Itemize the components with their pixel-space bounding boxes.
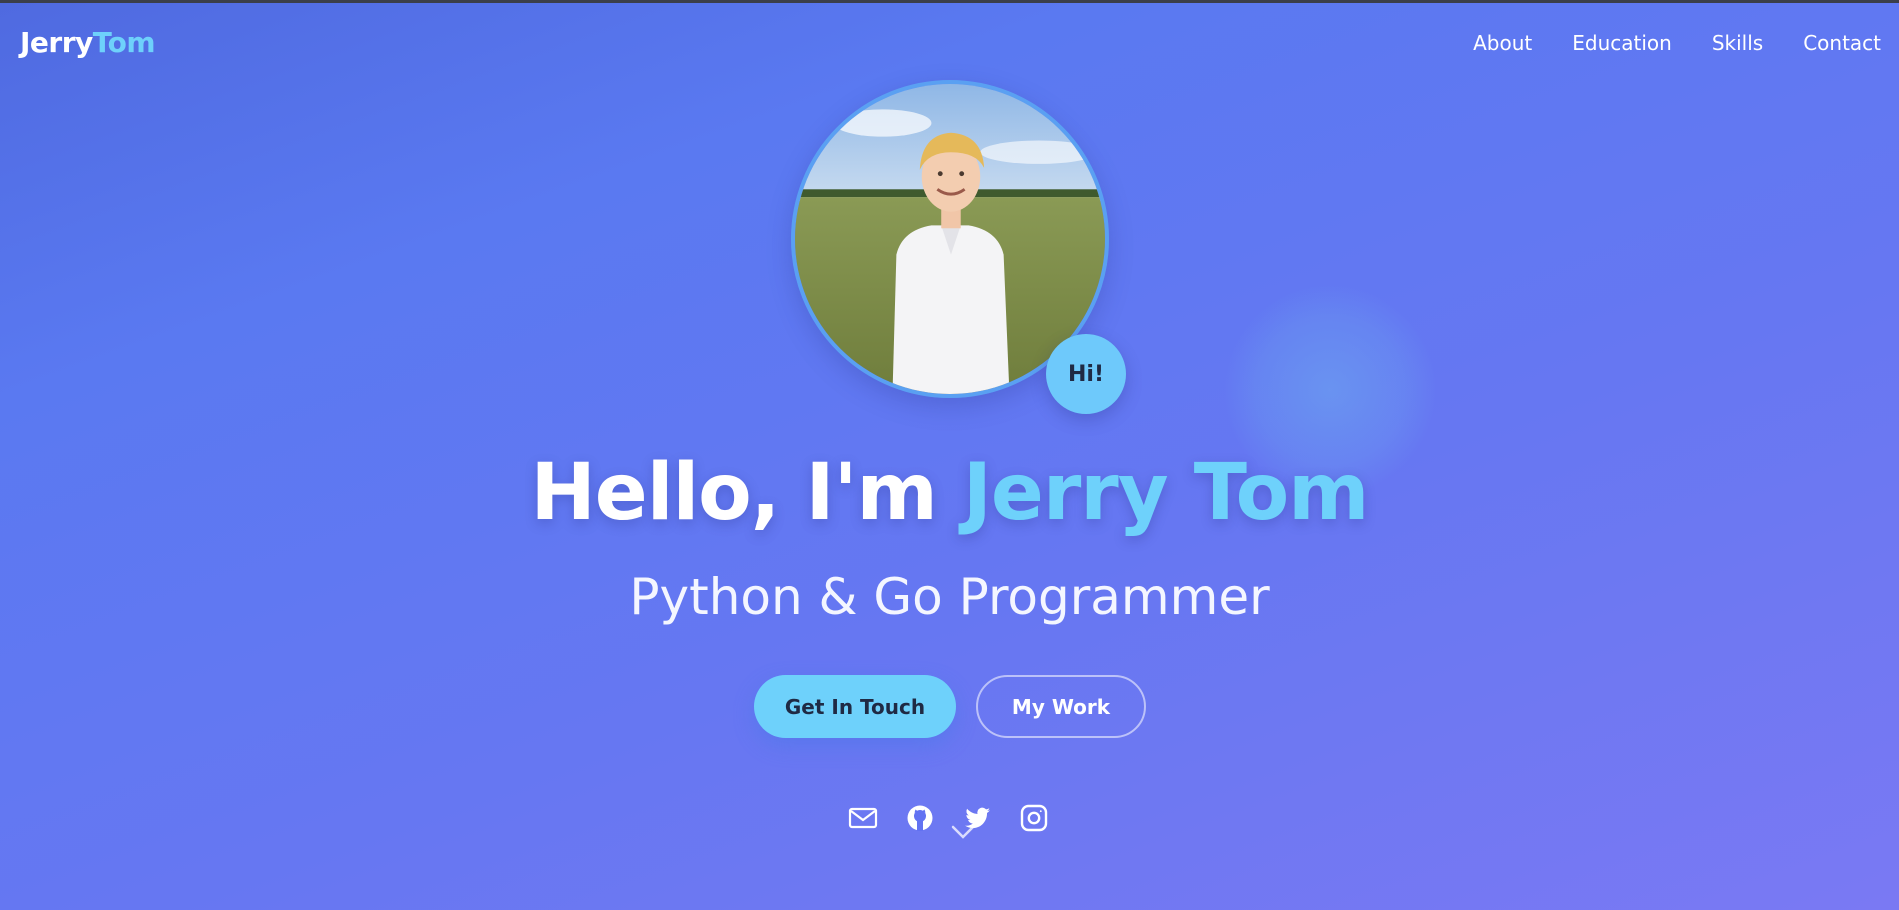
hero-name: Jerry Tom [962, 448, 1370, 538]
instagram-icon[interactable] [1019, 803, 1049, 833]
nav-link-education[interactable]: Education [1572, 31, 1672, 55]
logo-last-name: Tom [92, 26, 156, 59]
window-top-border [0, 0, 1899, 3]
email-icon[interactable] [848, 803, 878, 833]
scroll-down-chevron-icon[interactable] [951, 824, 975, 840]
hi-badge: Hi! [1046, 334, 1126, 414]
main-nav: About Education Skills Contact [1473, 31, 1881, 55]
logo-first-name: Jerry [20, 26, 93, 59]
nav-link-contact[interactable]: Contact [1803, 31, 1881, 55]
github-icon[interactable] [905, 803, 935, 833]
my-work-button[interactable]: My Work [976, 675, 1146, 738]
get-in-touch-button[interactable]: Get In Touch [754, 675, 956, 738]
hero-headline: Hello, I'm Jerry Tom [0, 448, 1899, 538]
site-logo[interactable]: JerryTom [20, 26, 156, 59]
hero-subtitle: Python & Go Programmer [629, 568, 1270, 626]
hero-greeting: Hello, I'm [530, 448, 938, 538]
nav-link-skills[interactable]: Skills [1712, 31, 1763, 55]
nav-link-about[interactable]: About [1473, 31, 1532, 55]
social-links [848, 803, 1049, 833]
